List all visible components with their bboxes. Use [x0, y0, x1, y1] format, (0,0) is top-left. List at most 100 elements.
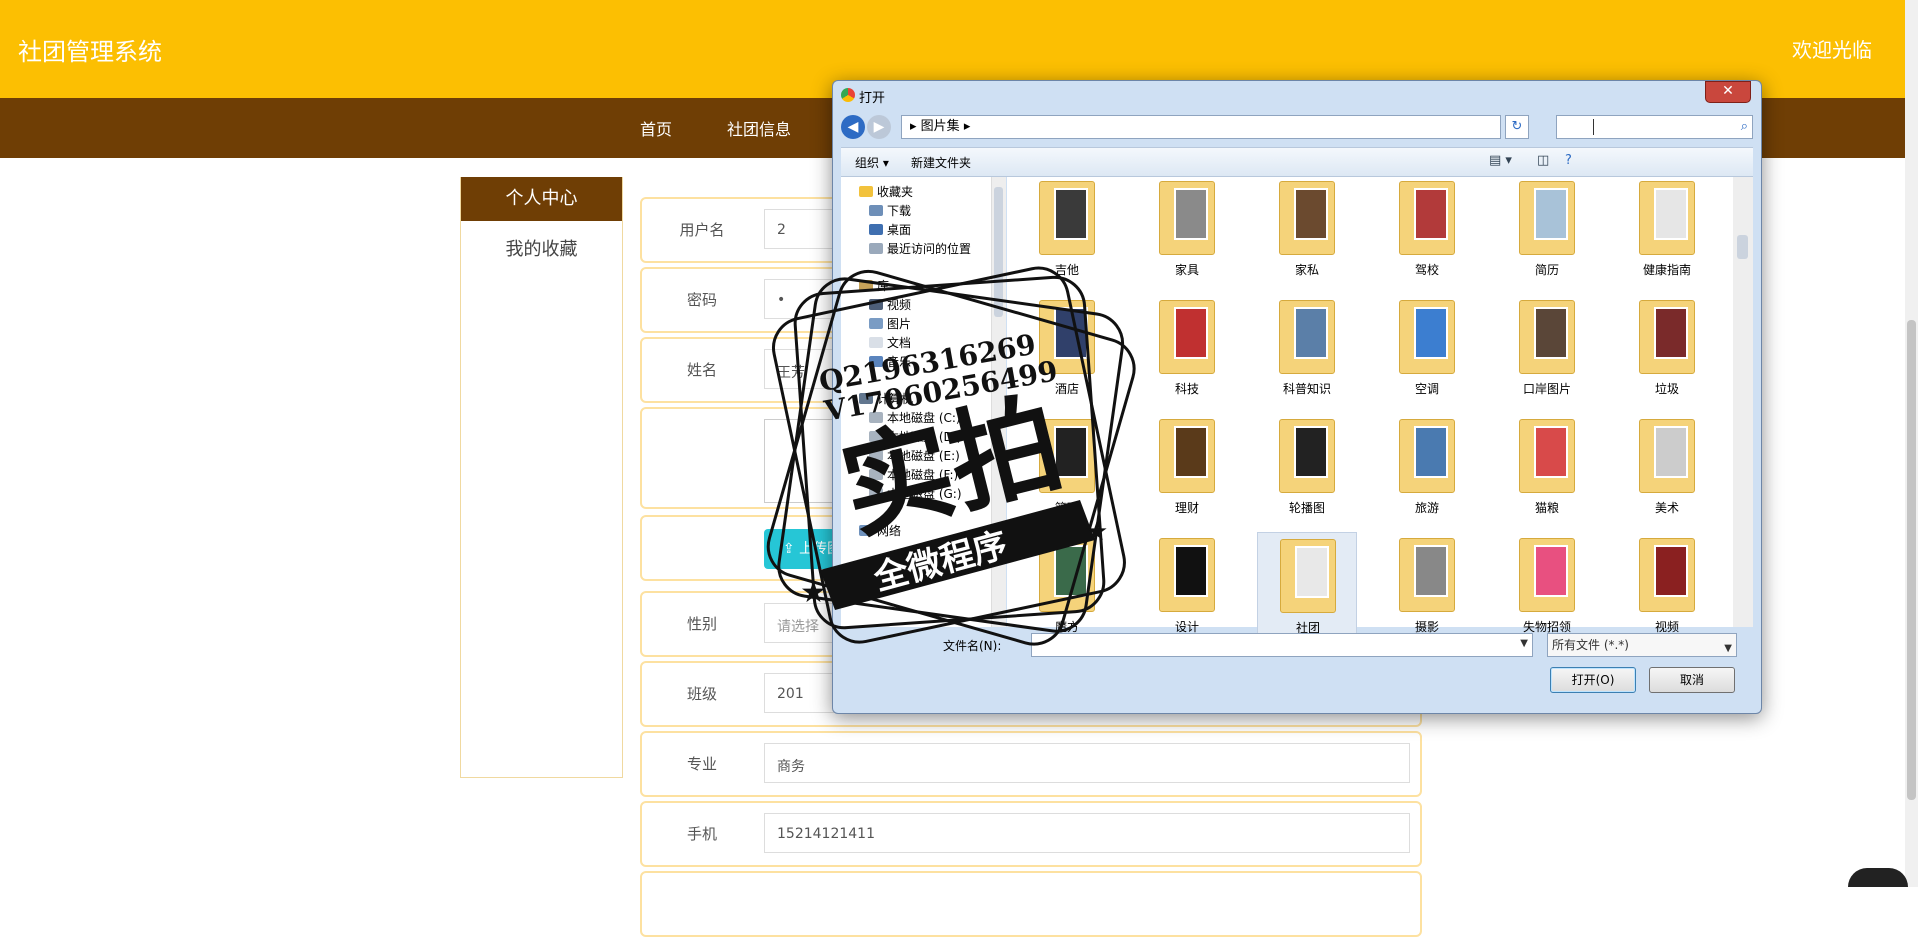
path-breadcrumb[interactable]: ▸ 图片集 ▸ — [901, 115, 1501, 139]
file-type-select[interactable]: 所有文件 (*.*) ▼ — [1547, 633, 1737, 657]
tree-label: 网络 — [877, 524, 902, 538]
tree-item-disk-e[interactable]: 本地磁盘 (E:) — [869, 447, 960, 464]
folder-thumbnail — [1295, 546, 1329, 598]
tree-item-videos[interactable]: 视频 — [869, 296, 911, 313]
dialog-titlebar[interactable]: 打开 ✕ — [833, 81, 1761, 111]
folder-item[interactable]: 设计 — [1137, 532, 1237, 644]
tree-scrollbar-thumb[interactable] — [994, 187, 1003, 317]
open-button[interactable]: 打开(O) — [1550, 667, 1636, 693]
folder-item[interactable]: 垃圾 — [1617, 294, 1717, 406]
tree-item-libraries[interactable]: 库 — [859, 277, 889, 294]
refresh-button[interactable]: ↻ — [1505, 115, 1529, 139]
folder-item[interactable]: 健康指南 — [1617, 175, 1717, 287]
folder-item[interactable]: 家具 — [1137, 175, 1237, 287]
forward-button[interactable]: ▶ — [867, 115, 891, 139]
folder-item[interactable]: 魔方 — [1017, 532, 1117, 644]
folder-item[interactable]: 空调 — [1377, 294, 1477, 406]
close-button[interactable]: ✕ — [1705, 81, 1751, 103]
folder-thumbnail — [1294, 188, 1328, 240]
folder-item[interactable]: 驾校 — [1377, 175, 1477, 287]
pictures-icon — [869, 318, 883, 329]
tree-item-disk-g[interactable]: 本地磁盘 (G:) — [869, 485, 962, 502]
folder-thumbnail — [1654, 307, 1688, 359]
tree-label: 库 — [877, 279, 890, 293]
file-name-input[interactable]: ▼ — [1031, 633, 1533, 657]
chrome-icon — [841, 88, 855, 102]
folder-item[interactable]: 口岸图片 — [1497, 294, 1597, 406]
folder-item[interactable]: 旅游 — [1377, 413, 1477, 525]
folder-icon — [1039, 300, 1095, 374]
cancel-button[interactable]: 取消 — [1649, 667, 1735, 693]
folder-item[interactable]: 摄影 — [1377, 532, 1477, 644]
chevron-down-icon[interactable]: ▼ — [1520, 638, 1528, 649]
folder-icon — [1519, 181, 1575, 255]
folder-thumbnail — [1654, 188, 1688, 240]
folder-icon — [1519, 538, 1575, 612]
folder-label: 吉他 — [1054, 263, 1079, 277]
tree-scrollbar[interactable] — [991, 177, 1006, 627]
navigation-tree: 收藏夹 下载 桌面 最近访问的位置 库 视频 图片 文档 音乐 计算机 本地磁盘… — [841, 177, 992, 627]
tree-item-disk-f[interactable]: 本地磁盘 (F:) — [869, 466, 958, 483]
folder-item[interactable]: 简历 — [1497, 175, 1597, 287]
folder-label: 篮球 — [1054, 501, 1079, 515]
tree-item-disk-d[interactable]: 本地磁盘 (D:) — [869, 428, 961, 445]
organize-menu[interactable]: 组织 ▾ — [855, 154, 889, 171]
folder-item[interactable]: 理财 — [1137, 413, 1237, 525]
view-options-icon[interactable]: ▤ ▾ — [1489, 153, 1512, 168]
file-grid-scrollbar[interactable] — [1733, 177, 1753, 627]
folder-item[interactable]: 猫粮 — [1497, 413, 1597, 525]
tree-label: 最近访问的位置 — [887, 242, 972, 256]
file-open-dialog: 打开 ✕ ◀ ▶ ▸ 图片集 ▸ ↻ ⌕ 组织 ▾ 新建文件夹 ▤ ▾ ◫ ? … — [832, 80, 1762, 714]
tree-item-network[interactable]: 网络 — [859, 522, 901, 539]
folder-label: 口岸图片 — [1522, 382, 1571, 396]
tree-item-computer[interactable]: 计算机 — [859, 390, 913, 407]
phone-input[interactable]: 15214121411 — [764, 813, 1410, 853]
tree-label: 本地磁盘 (E:) — [887, 449, 960, 463]
folder-thumbnail — [1534, 307, 1568, 359]
folder-label: 科技 — [1174, 382, 1199, 396]
address-bar: ◀ ▶ ▸ 图片集 ▸ ↻ ⌕ — [841, 113, 1753, 143]
file-grid-scrollbar-thumb[interactable] — [1737, 235, 1748, 259]
search-icon[interactable]: ⌕ — [1741, 119, 1748, 134]
page-scrollbar-thumb[interactable] — [1907, 320, 1916, 800]
folder-item[interactable]: 家私 — [1257, 175, 1357, 287]
folder-item[interactable]: 社团 — [1257, 532, 1357, 644]
folder-label: 健康指南 — [1642, 263, 1691, 277]
path-segment[interactable]: 图片集 — [921, 119, 960, 134]
folder-item[interactable]: 篮球 — [1017, 413, 1117, 525]
folder-label: 家具 — [1174, 263, 1199, 277]
nav-item-home[interactable]: 首页 — [640, 116, 672, 140]
document-icon — [869, 337, 883, 348]
page-scrollbar[interactable] — [1905, 0, 1918, 887]
major-input[interactable]: 商务 — [764, 743, 1410, 783]
back-button[interactable]: ◀ — [841, 115, 865, 139]
folder-thumbnail — [1174, 545, 1208, 597]
tree-item-documents[interactable]: 文档 — [869, 334, 911, 351]
folder-thumbnail — [1054, 307, 1088, 359]
form-row-phone: 手机 15214121411 — [640, 801, 1422, 867]
folder-item[interactable]: 轮播图 — [1257, 413, 1357, 525]
tree-item-disk-c[interactable]: 本地磁盘 (C:) — [869, 409, 961, 426]
tree-item-pictures[interactable]: 图片 — [869, 315, 911, 332]
folder-item[interactable]: 美术 — [1617, 413, 1717, 525]
new-folder-button[interactable]: 新建文件夹 — [911, 154, 971, 171]
tree-item-favorites[interactable]: 收藏夹 — [859, 183, 913, 200]
drive-icon — [869, 412, 883, 423]
nav-item-club-info[interactable]: 社团信息 — [727, 116, 791, 140]
tree-item-desktop[interactable]: 桌面 — [869, 221, 911, 238]
folder-item[interactable]: 科技 — [1137, 294, 1237, 406]
tree-item-music[interactable]: 音乐 — [869, 353, 911, 370]
tree-label: 本地磁盘 (G:) — [887, 487, 962, 501]
preview-pane-icon[interactable]: ◫ — [1537, 153, 1549, 168]
folder-item[interactable]: 失物招领 — [1497, 532, 1597, 644]
folder-item[interactable]: 科普知识 — [1257, 294, 1357, 406]
folder-item[interactable]: 视频 — [1617, 532, 1717, 644]
sidebar-item-favorites[interactable]: 我的收藏 — [461, 235, 622, 261]
tree-item-downloads[interactable]: 下载 — [869, 202, 911, 219]
help-icon[interactable]: ? — [1565, 153, 1572, 168]
search-input[interactable]: ⌕ — [1556, 115, 1753, 139]
folder-item[interactable]: 吉他 — [1017, 175, 1117, 287]
sidebar-title[interactable]: 个人中心 — [461, 177, 622, 221]
tree-item-recent[interactable]: 最近访问的位置 — [869, 240, 971, 257]
folder-item[interactable]: 酒店 — [1017, 294, 1117, 406]
